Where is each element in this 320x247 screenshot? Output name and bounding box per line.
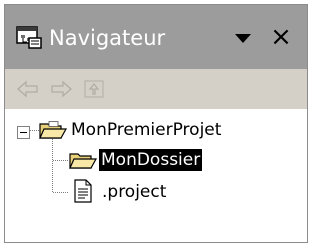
back-icon[interactable] bbox=[15, 78, 41, 100]
view-title: Navigateur bbox=[49, 26, 166, 50]
view-toolbar bbox=[5, 69, 307, 109]
tree-node-label: MonPremierProjet bbox=[71, 120, 222, 140]
collapse-project-toggle[interactable] bbox=[17, 124, 30, 139]
close-view-button[interactable]: × bbox=[267, 22, 295, 52]
open-folder-icon bbox=[69, 151, 98, 175]
open-project-folder-icon bbox=[39, 121, 68, 145]
forward-icon[interactable] bbox=[48, 78, 74, 100]
up-icon[interactable] bbox=[82, 78, 108, 100]
view-title-bar[interactable]: Navigateur × bbox=[5, 5, 307, 69]
view-menu-icon[interactable] bbox=[233, 29, 253, 47]
text-file-icon bbox=[73, 179, 93, 207]
tree-node-label: .project bbox=[102, 182, 167, 202]
tree-node-label-selected: MonDossier bbox=[99, 149, 203, 171]
navigator-view-icon bbox=[16, 26, 43, 50]
navigator-tree: MonPremierProjet MonDossier .project bbox=[5, 109, 307, 242]
navigator-view: Navigateur × MonPremierProjet MonDossier… bbox=[4, 4, 308, 243]
